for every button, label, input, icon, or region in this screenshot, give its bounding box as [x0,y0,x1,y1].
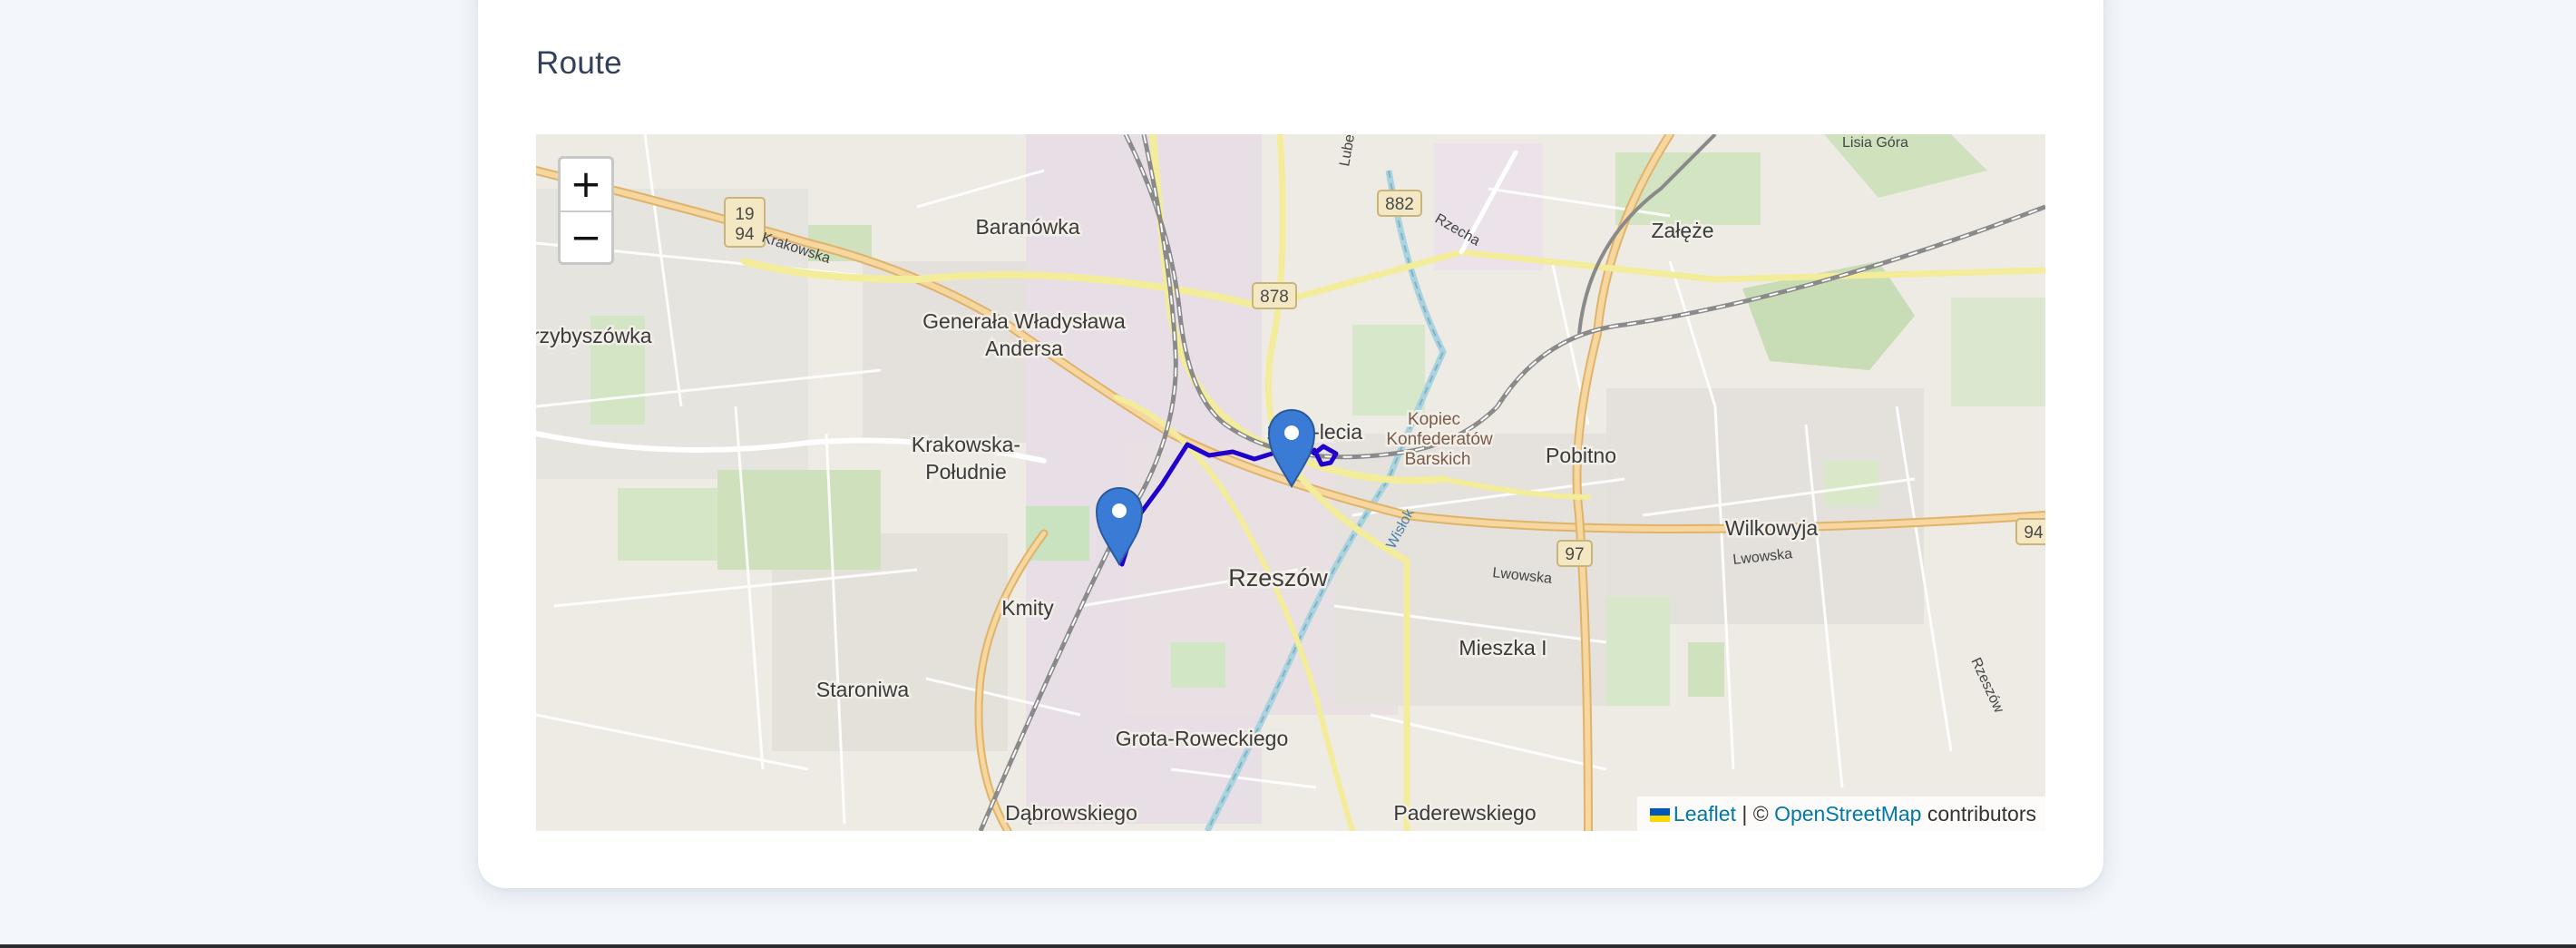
openstreetmap-link[interactable]: OpenStreetMap [1774,802,1921,826]
place-label-kopiec-1: Kopiec [1408,410,1460,429]
shield-1994-top: 19 [735,205,754,224]
place-label-przybyszowka: Przybyszówka [536,324,652,347]
place-label-kopiec-3: Barskich [1405,450,1471,469]
place-label-krakowska-1: Krakowska- [912,433,1020,456]
place-label-kmity: Kmity [1001,596,1054,620]
zoom-control: + − [558,156,614,265]
shield-94: 94 [2024,523,2044,542]
place-label-pobitno: Pobitno [1546,444,1616,467]
place-label-kopiec-2: Konfederatów [1386,430,1493,449]
place-label-andersa-2: Andersa [985,337,1063,360]
shield-1994-bottom: 94 [735,225,755,244]
shield-878: 878 [1260,288,1289,307]
route-map[interactable]: 19 94 882 878 97 94 Krakowska Rzecha Lub… [536,134,2045,831]
section-title: Route [536,45,622,81]
map-attribution: Leaflet | © OpenStreetMap contributors [1636,797,2045,831]
map-tiles[interactable]: 19 94 882 878 97 94 Krakowska Rzecha Lub… [536,134,2045,831]
street-label-lisia: Lisia Góra [1842,135,1908,151]
page-bottom-border [0,944,2576,948]
shield-97: 97 [1565,545,1584,564]
place-label-dabrowskiego: Dąbrowskiego [1005,801,1137,825]
attribution-separator: | © [1735,802,1775,826]
place-label-rzeszow: Rzeszów [1228,564,1328,591]
shield-882: 882 [1385,195,1414,214]
place-label-mieszka: Mieszka I [1459,636,1547,660]
place-label-andersa-1: Generała Władysława [922,309,1126,333]
attribution-suffix: contributors [1921,802,2036,826]
zoom-out-button[interactable]: − [561,210,611,262]
place-label-krakowska-2: Południe [925,460,1007,484]
place-label-paderewskiego: Paderewskiego [1393,801,1536,825]
place-label-zaleze: Załęże [1651,219,1713,242]
place-label-wilkowyja: Wilkowyja [1725,516,1818,540]
leaflet-link[interactable]: Leaflet [1673,802,1736,826]
place-label-staroniwa: Staroniwa [816,678,909,701]
ukraine-flag-icon [1649,808,1670,822]
place-label-baranowka: Baranówka [975,215,1079,239]
zoom-in-button[interactable]: + [561,159,611,210]
place-label-grota: Grota-Roweckiego [1116,727,1288,750]
